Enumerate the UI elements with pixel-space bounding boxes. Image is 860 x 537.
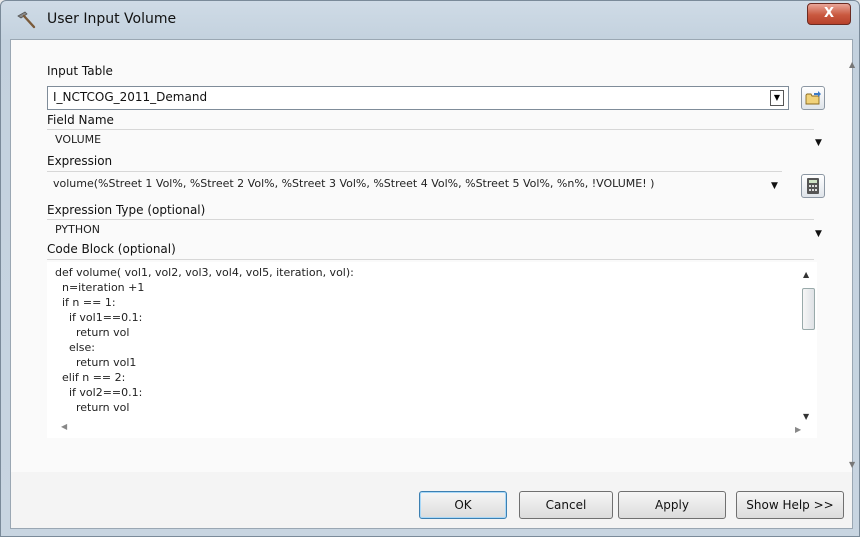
panel-scroll-up-icon[interactable]: ▲ [849, 60, 855, 69]
parameters-panel: ▲ Input Table I_NCTCOG_2011_Demand ▼ Fie… [11, 40, 855, 472]
code-line: if n == 1: [55, 296, 116, 309]
code-line: n=iteration +1 [55, 281, 145, 294]
cancel-button[interactable]: Cancel [519, 491, 613, 519]
expression-dropdown-arrow-icon[interactable]: ▼ [771, 181, 778, 191]
dialog-window: User Input Volume X ▲ Input Table I_NCTC… [0, 0, 860, 537]
expression-value[interactable]: volume(%Street 1 Vol%, %Street 2 Vol%, %… [53, 177, 654, 190]
calculator-icon [807, 178, 819, 194]
code-line: return vol [55, 401, 130, 414]
code-line: return vol [55, 326, 130, 339]
field-name-label: Field Name [47, 113, 114, 127]
input-table-dropdown[interactable]: I_NCTCOG_2011_Demand ▼ [47, 86, 789, 110]
dialog-body: ▲ Input Table I_NCTCOG_2011_Demand ▼ Fie… [10, 39, 855, 529]
code-line: else: [55, 341, 96, 354]
expression-type-label: Expression Type (optional) [47, 203, 206, 217]
field-name-divider [47, 129, 814, 130]
title-bar[interactable]: User Input Volume X [1, 1, 859, 39]
close-button[interactable]: X [807, 3, 851, 25]
horizontal-scroll-left-icon[interactable]: ◀ [61, 422, 67, 431]
show-help-button[interactable]: Show Help >> [736, 491, 844, 519]
expression-builder-button[interactable] [801, 174, 825, 198]
code-line: elif n == 2: [55, 371, 126, 384]
expression-type-value[interactable]: PYTHON [55, 223, 100, 236]
code-block-scrollbar[interactable]: ▲ ▼ [799, 262, 819, 438]
scroll-down-icon[interactable]: ▼ [803, 412, 809, 421]
expression-label: Expression [47, 154, 113, 168]
browse-button[interactable] [801, 86, 825, 110]
field-name-dropdown-arrow-icon[interactable]: ▼ [815, 138, 822, 148]
window-title: User Input Volume [47, 11, 177, 27]
code-line: if vol1==0.1: [55, 311, 143, 324]
scroll-up-icon[interactable]: ▲ [803, 270, 809, 279]
input-table-label: Input Table [47, 64, 113, 78]
code-line: if vol2==0.1: [55, 386, 143, 399]
expression-type-dropdown-arrow-icon[interactable]: ▼ [815, 229, 822, 239]
panel-scroll-down-icon[interactable]: ▼ [849, 460, 855, 469]
ok-button[interactable]: OK [419, 491, 507, 519]
hammer-icon [15, 10, 37, 30]
code-block-label: Code Block (optional) [47, 242, 176, 256]
code-line: return vol1 [55, 356, 137, 369]
expression-type-divider [47, 219, 814, 220]
expression-divider [47, 171, 782, 172]
code-line: def volume( vol1, vol2, vol3, vol4, vol5… [55, 266, 354, 279]
open-folder-icon [805, 91, 821, 105]
code-block-divider [47, 259, 814, 260]
input-table-dropdown-arrow-icon[interactable]: ▼ [770, 90, 784, 106]
field-name-value[interactable]: VOLUME [55, 133, 101, 146]
code-block-editor[interactable]: def volume( vol1, vol2, vol3, vol4, vol5… [47, 262, 817, 438]
scroll-thumb[interactable] [802, 288, 815, 330]
apply-button[interactable]: Apply [618, 491, 726, 519]
input-table-value: I_NCTCOG_2011_Demand [53, 90, 208, 104]
